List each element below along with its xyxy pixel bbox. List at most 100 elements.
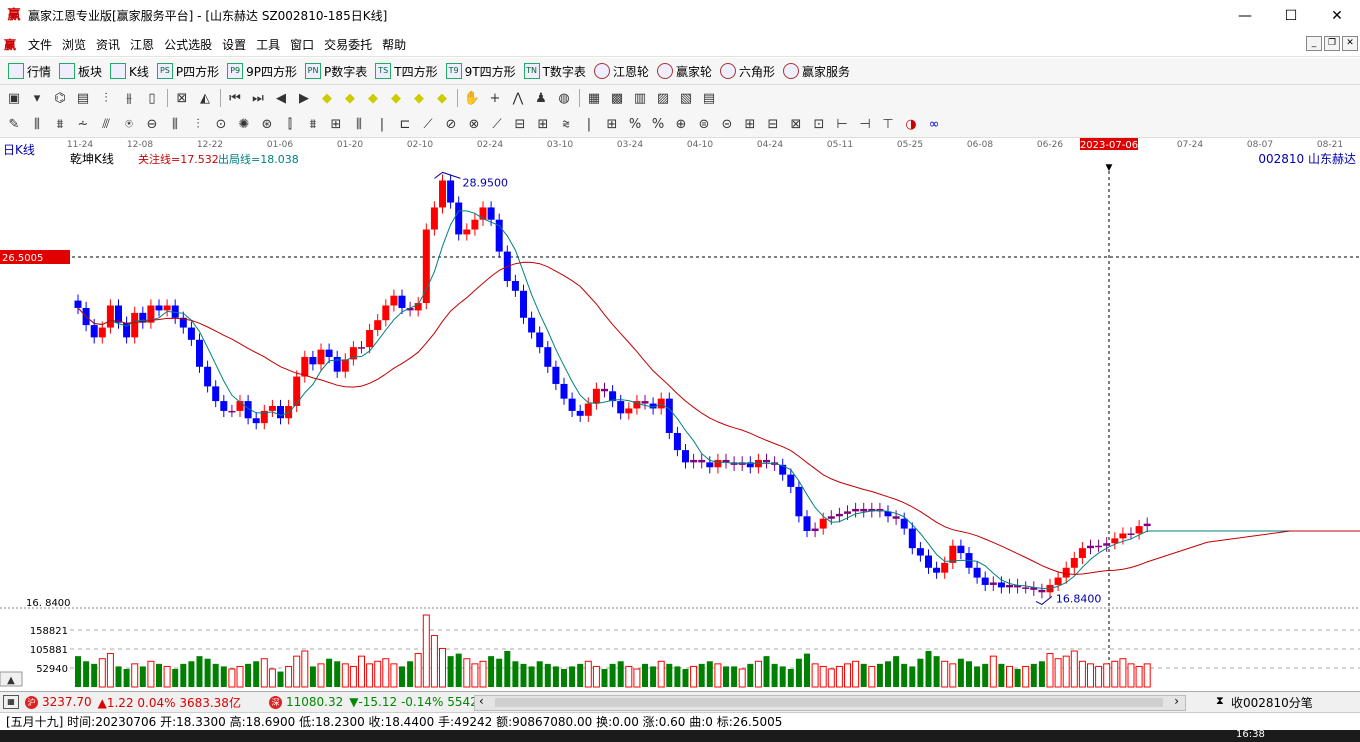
draw-tool-23-icon[interactable]: ⊞ (534, 115, 552, 133)
draw-tool-37-icon[interactable]: ⊣ (856, 115, 874, 133)
draw-tool-2-icon[interactable]: ⩩ (51, 115, 69, 133)
export-icon[interactable]: ▤ (700, 89, 718, 107)
sheet-icon[interactable]: ▥ (631, 89, 649, 107)
toolbar-winner-wheel-button[interactable]: 赢家轮 (656, 63, 712, 80)
next-icon[interactable]: ▶ (295, 89, 313, 107)
draw-tool-12-icon[interactable]: ⫿ (281, 115, 299, 133)
toolbar-ps-button[interactable]: PS P四方形 (156, 63, 219, 80)
menu-tools[interactable]: 工具 (256, 36, 280, 53)
kline-chart[interactable]: 11-24 12-08 12-22 01-06 01-20 02-10 02-24 03-10… (0, 137, 1360, 690)
draw-tool-1-icon[interactable]: ⫼ (28, 115, 46, 133)
draw-tool-16-icon[interactable]: | (373, 115, 391, 133)
menu-formula[interactable]: 公式选股 (164, 36, 212, 53)
draw-tool-6-icon[interactable]: ⊖ (143, 115, 161, 133)
draw-tool-0-icon[interactable]: ✎ (5, 115, 23, 133)
triangle-chart-icon[interactable]: ◭ (196, 89, 214, 107)
trend-icon[interactable]: ⋀ (509, 89, 527, 107)
draw-tool-35-icon[interactable]: ⊡ (810, 115, 828, 133)
toolbar-pn-button[interactable]: PN P数字表 (305, 63, 367, 80)
last-icon[interactable]: ⏭ (249, 89, 267, 107)
horizontal-scrollbar[interactable]: ‹ › (474, 694, 1186, 711)
mdi-restore-button[interactable]: ❐ (1324, 36, 1340, 51)
draw-tool-34-icon[interactable]: ⊠ (787, 115, 805, 133)
draw-tool-3-icon[interactable]: ⩪ (74, 115, 92, 133)
dropdown-icon[interactable]: ▾ (28, 89, 46, 107)
diamond-4-icon[interactable]: ◆ (387, 89, 405, 107)
diamond-3-icon[interactable]: ◆ (364, 89, 382, 107)
menu-window[interactable]: 窗口 (290, 36, 314, 53)
draw-tool-5-icon[interactable]: ⍟ (120, 115, 138, 133)
toolbar-t9-button[interactable]: T9 9T四方形 (445, 63, 516, 80)
first-icon[interactable]: ⏮ (226, 89, 244, 107)
menu-trade[interactable]: 交易委托 (324, 36, 372, 53)
chart-svg[interactable]: 11-24 12-08 12-22 01-06 01-20 02-10 02-24 03-10… (0, 137, 1360, 690)
menu-file[interactable]: 文件 (28, 36, 52, 53)
draw-tool-14-icon[interactable]: ⊞ (327, 115, 345, 133)
draw-tool-28-icon[interactable]: % (649, 115, 667, 133)
calendar-icon[interactable]: ▦ (585, 89, 603, 107)
toolbar-tn-button[interactable]: TN T数字表 (523, 63, 586, 80)
draw-tool-20-icon[interactable]: ⊗ (465, 115, 483, 133)
toolbar-hexagon-button[interactable]: 六角形 (719, 63, 775, 80)
toolbar-blocks-button[interactable]: 板块 (59, 63, 102, 80)
draw-tool-15-icon[interactable]: ⫼ (350, 115, 368, 133)
diamond-5-icon[interactable]: ◆ (410, 89, 428, 107)
draw-tool-39-icon[interactable]: ◑ (902, 115, 920, 133)
draw-tool-13-icon[interactable]: ⩩ (304, 115, 322, 133)
prev-icon[interactable]: ◀ (272, 89, 290, 107)
diamond-6-icon[interactable]: ◆ (433, 89, 451, 107)
tick-detail-label[interactable]: 收002810分笔 (1231, 694, 1313, 711)
crosshair-icon[interactable]: + (486, 89, 504, 107)
bar-icon[interactable]: ▯ (143, 89, 161, 107)
draw-tool-18-icon[interactable]: ⟋ (419, 115, 437, 133)
draw-tool-26-icon[interactable]: ⊞ (603, 115, 621, 133)
draw-tool-19-icon[interactable]: ⊘ (442, 115, 460, 133)
candle-down-icon[interactable]: ⫵ (120, 89, 138, 107)
draw-tool-17-icon[interactable]: ⊏ (396, 115, 414, 133)
save-icon[interactable]: ▨ (654, 89, 672, 107)
draw-tool-8-icon[interactable]: ⫶ (189, 115, 207, 133)
draw-tool-30-icon[interactable]: ⊜ (695, 115, 713, 133)
draw-tool-7-icon[interactable]: ⫼ (166, 115, 184, 133)
toolbar-ts-button[interactable]: TS T四方形 (375, 63, 438, 80)
diamond-2-icon[interactable]: ◆ (341, 89, 359, 107)
people-icon[interactable]: ♟ (532, 89, 550, 107)
menu-help[interactable]: 帮助 (382, 36, 406, 53)
scroll-thumb[interactable] (495, 698, 1163, 707)
draw-tool-40-icon[interactable]: ∞ (925, 115, 943, 133)
mdi-minimize-button[interactable]: _ (1306, 36, 1322, 51)
cross-chart-icon[interactable]: ⊠ (173, 89, 191, 107)
toolbar-grid-button[interactable]: 行情 (8, 63, 51, 80)
grid-icon[interactable]: ▦ (3, 695, 19, 709)
draw-tool-31-icon[interactable]: ⊝ (718, 115, 736, 133)
layout-icon[interactable]: ▣ (5, 89, 23, 107)
draw-tool-29-icon[interactable]: ⊕ (672, 115, 690, 133)
link-icon[interactable]: ⌬ (51, 89, 69, 107)
draw-tool-25-icon[interactable]: | (580, 115, 598, 133)
menu-settings[interactable]: 设置 (222, 36, 246, 53)
menu-browse[interactable]: 浏览 (62, 36, 86, 53)
draw-tool-33-icon[interactable]: ⊟ (764, 115, 782, 133)
mdi-close-button[interactable]: ✕ (1342, 36, 1358, 51)
filter-icon[interactable]: ⧗ (1216, 694, 1224, 708)
scroll-left-icon[interactable]: ‹ (479, 694, 484, 708)
print-icon[interactable]: ▧ (677, 89, 695, 107)
toolbar-gann-wheel-button[interactable]: 江恩轮 (593, 63, 649, 80)
draw-tool-36-icon[interactable]: ⊢ (833, 115, 851, 133)
close-button[interactable]: ✕ (1314, 0, 1360, 31)
scroll-right-icon[interactable]: › (1174, 694, 1179, 708)
draw-tool-10-icon[interactable]: ✺ (235, 115, 253, 133)
draw-tool-11-icon[interactable]: ⊛ (258, 115, 276, 133)
draw-tool-9-icon[interactable]: ⊙ (212, 115, 230, 133)
draw-tool-38-icon[interactable]: ⊤ (879, 115, 897, 133)
hand-icon[interactable]: ✋ (463, 89, 481, 107)
candle-up-icon[interactable]: ⫶ (97, 89, 115, 107)
draw-tool-21-icon[interactable]: ⟋ (488, 115, 506, 133)
draw-tool-27-icon[interactable]: % (626, 115, 644, 133)
toolbar-dollar-button[interactable]: 赢家服务 (782, 63, 850, 80)
diamond-1-icon[interactable]: ◆ (318, 89, 336, 107)
draw-tool-4-icon[interactable]: ⫻ (97, 115, 115, 133)
globe-icon[interactable]: ◍ (555, 89, 573, 107)
maximize-button[interactable]: ☐ (1268, 0, 1314, 31)
draw-tool-24-icon[interactable]: ⩬ (557, 115, 575, 133)
